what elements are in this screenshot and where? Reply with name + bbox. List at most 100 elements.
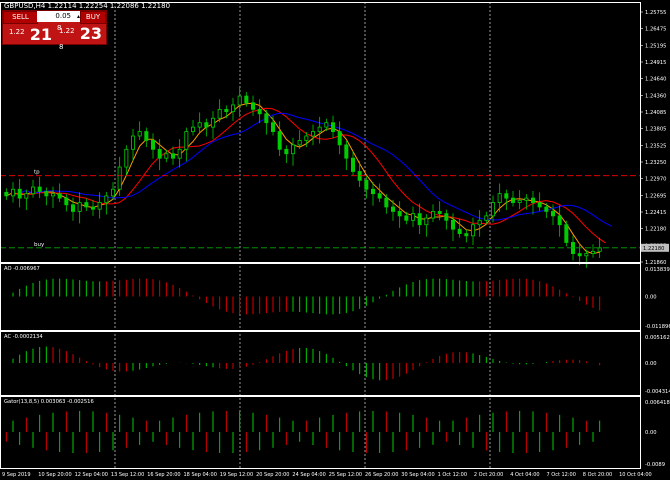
panel-frame [0, 263, 641, 331]
chart-canvas[interactable]: tpbuy AO -0.006967 0.0138390.00-0.011896A… [0, 0, 670, 480]
time-tick-label: 16 Sep 20:00 [147, 472, 180, 478]
candle-body [490, 202, 495, 217]
candle-body [44, 191, 49, 197]
price-tick-label: 1.23805 [645, 127, 666, 133]
time-tick-label: 9 Sep 2019 [2, 472, 31, 478]
candle-body [4, 191, 9, 197]
sell-button[interactable]: SELL [3, 11, 38, 24]
candle-body [344, 144, 349, 159]
indicator-tick-label: -0.004314 [645, 389, 670, 395]
candle-body [30, 186, 35, 195]
candle-body [531, 197, 536, 203]
candle-body [10, 188, 15, 197]
time-tick-label: 20 Sep 20:00 [256, 472, 289, 478]
candle-body [124, 148, 129, 168]
candle-body [317, 126, 322, 132]
buy-price[interactable]: 1.22 23 8 [59, 24, 106, 51]
indicator-title: AC -0.0002134 [4, 334, 43, 340]
candle-body [577, 253, 582, 257]
candle-body [210, 117, 215, 128]
price-tick-label: 1.24915 [645, 60, 666, 66]
candle-body [551, 211, 556, 217]
sell-price[interactable]: 1.22 21 8 [9, 24, 62, 44]
time-tick-label: 13 Sep 12:00 [111, 472, 144, 478]
candle-body [71, 204, 76, 212]
candle-body [544, 206, 549, 212]
price-tick-label: 1.24640 [645, 77, 666, 83]
buy-price-sup: 8 [59, 43, 64, 51]
candle-body [111, 188, 116, 197]
indicator-panels: AO -0.006967 0.013839 0.00 -0.011896 AC -0.0… [4, 266, 670, 468]
candle-body [497, 193, 502, 203]
candle-body [150, 140, 155, 150]
time-tick-label: 19 Sep 12:00 [220, 472, 253, 478]
candle-body [84, 202, 89, 208]
candle-body [137, 131, 142, 137]
price-tick-label: 1.22415 [645, 210, 666, 216]
indicator-tick-label: 0.00 [645, 295, 657, 301]
indicator-title: AO -0.006967 [4, 266, 40, 272]
candle-body [304, 135, 309, 141]
candle-body [310, 131, 315, 137]
indicator-tick-label: 0.013839 [645, 267, 670, 273]
price-tick-label: 1.23525 [645, 143, 666, 149]
order-line-label: buy [34, 242, 45, 248]
candle-body [290, 144, 295, 155]
candle-body [104, 195, 109, 203]
time-tick-label: 26 Sep 20:00 [365, 472, 398, 478]
candle-body [130, 135, 135, 150]
order-lines[interactable]: tp buy [0, 170, 640, 249]
order-line-label: tp [34, 170, 40, 176]
candle-body [284, 148, 289, 155]
candle-body [277, 131, 282, 150]
candle-body [164, 153, 169, 159]
indicator-tick-label: -0.0089 [645, 462, 665, 468]
time-tick-label: 1 Oct 12:00 [438, 472, 467, 478]
time-tick-label: 18 Sep 04:00 [184, 472, 217, 478]
price-tick-label: 1.24085 [645, 110, 666, 116]
candle-body [384, 197, 389, 208]
candle-body [424, 217, 429, 226]
candle-body [51, 193, 56, 197]
price-tick-label: 1.25195 [645, 43, 666, 49]
candle-body [337, 131, 342, 146]
candle-body [157, 148, 162, 159]
candle-body [350, 157, 355, 172]
indicator-title: Gator(13,8,5) 0.003063 -0.002516 [4, 399, 94, 405]
buy-price-big: 23 [79, 24, 102, 43]
candle-body [597, 247, 602, 252]
candle-body [537, 202, 542, 208]
candle-body [377, 193, 382, 199]
indicator-tick-label: 0.006418 [645, 400, 670, 406]
candle-body [144, 131, 149, 141]
candle-body [190, 126, 195, 132]
candle-body [250, 102, 255, 110]
moving-average-line [6, 102, 600, 255]
panel-frame [0, 331, 641, 396]
candle-body [264, 113, 269, 124]
price-tick-label: 1.23250 [645, 160, 666, 166]
candle-body [510, 197, 515, 203]
candle-body [404, 215, 409, 221]
time-tick-label: 30 Sep 04:00 [401, 472, 434, 478]
indicator-tick-label: -0.011896 [645, 324, 670, 330]
candle-body [397, 211, 402, 217]
indicator-tick-label: 0.00 [645, 430, 657, 436]
candle-body [457, 228, 462, 235]
candle-body [364, 179, 369, 190]
candle-body [517, 199, 522, 203]
candle-body [390, 206, 395, 212]
buy-button[interactable]: BUY [80, 11, 106, 24]
candle-body [430, 211, 435, 219]
time-tick-label: 10 Oct 04:00 [619, 472, 652, 478]
candle-body [464, 233, 469, 237]
time-tick-label: 12 Sep 04:00 [75, 472, 108, 478]
lot-size-input[interactable]: 0.05 ▴ [37, 11, 81, 22]
price-tick-label: 1.26475 [645, 27, 666, 33]
time-tick-label: 4 Oct 04:00 [510, 472, 539, 478]
candle-body [444, 213, 449, 221]
time-tick-label: 25 Sep 12:00 [329, 472, 362, 478]
time-tick-label: 10 Sep 20:00 [38, 472, 71, 478]
candle-body [484, 215, 489, 221]
candle-body [370, 188, 375, 195]
